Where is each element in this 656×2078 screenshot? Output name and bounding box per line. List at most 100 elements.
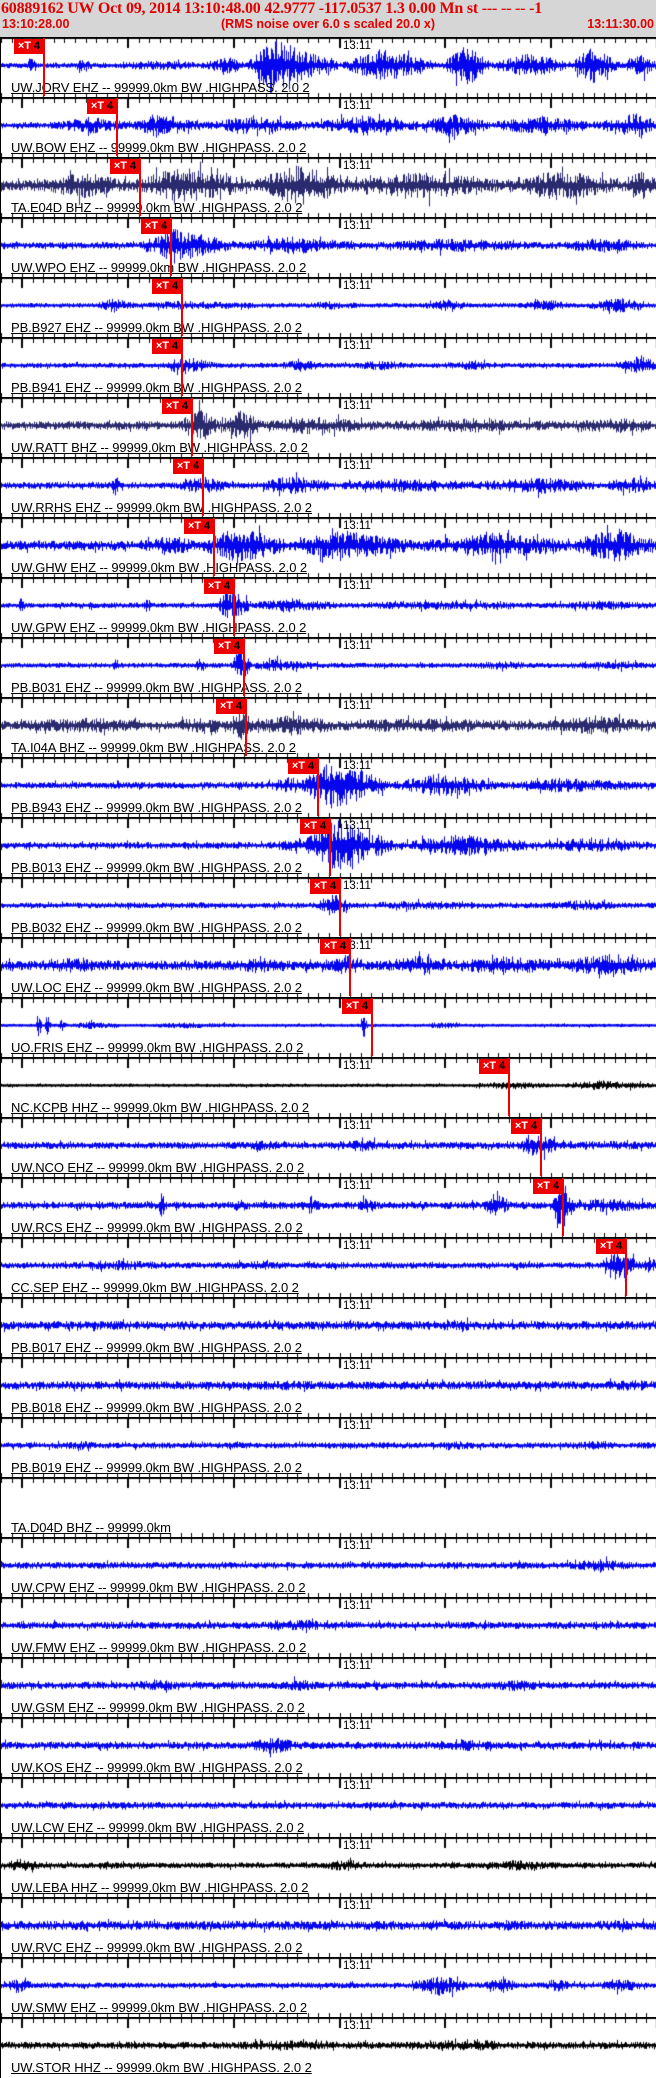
pick-flag[interactable]: ×T 4 — [14, 39, 44, 54]
pick-flag-phase: ×T — [155, 340, 170, 352]
trace-panel: 13:11 UW.JORV EHZ -- 99999.0km BW .HIGHPA… — [0, 37, 656, 2078]
station-label: UW.RATT BHZ -- 99999.0km BW .HIGHPASS. 2… — [11, 440, 308, 455]
trace-row: 13:11 UW.RATT BHZ -- 99999.0km BW .HIGHPA… — [1, 397, 656, 457]
trace-row: 13:11 UW.CPW EHZ -- 99999.0km BW .HIGHPAS… — [1, 1537, 656, 1597]
trace-row: 13:11 UW.GSM EHZ -- 99999.0km BW .HIGHPAS… — [1, 1657, 656, 1717]
minute-label: 13:11 — [343, 820, 371, 832]
station-label: UW.RRHS EHZ -- 99999.0km BW .HIGHPASS. 2… — [11, 500, 312, 515]
pick-flag[interactable]: ×T 4 — [596, 1239, 626, 1254]
pick-flag-phase: ×T — [90, 100, 105, 112]
minute-label: 13:11 — [343, 1720, 371, 1732]
pick-flag-phase: ×T — [113, 160, 128, 172]
pick-flag[interactable]: ×T 4 — [184, 519, 214, 534]
pick-flag-phase: ×T — [165, 400, 180, 412]
pick-flag-weight: 4 — [531, 1120, 538, 1132]
trace-row: 13:11 TA.E04D BHZ -- 99999.0km BW .HIGHPA… — [1, 157, 656, 217]
pick-flag[interactable]: ×T 4 — [87, 99, 117, 114]
pick-flag[interactable]: ×T 4 — [300, 819, 330, 834]
rms-scale-note: (RMS noise over 6.0 s scaled 20.0 x) — [221, 17, 435, 31]
minute-label: 13:11 — [343, 460, 371, 472]
pick-flag[interactable]: ×T 4 — [310, 879, 340, 894]
pick-flag-weight: 4 — [236, 700, 243, 712]
minute-label: 13:11 — [343, 1300, 371, 1312]
trace-row: 13:11 UW.WPO EHZ -- 99999.0km BW .HIGHPAS… — [1, 217, 656, 277]
minute-label: 13:11 — [343, 1420, 371, 1432]
station-label: PB.B032 EHZ -- 99999.0km BW .HIGHPASS. 2… — [11, 920, 302, 935]
minute-label: 13:11 — [343, 760, 371, 772]
pick-flag[interactable]: ×T 4 — [141, 219, 171, 234]
pick-flag-weight: 4 — [499, 1060, 506, 1072]
minute-label: 13:11 — [343, 580, 371, 592]
trace-row: 13:11 UW.STOR HHZ -- 99999.0km BW .HIGHPA… — [1, 2017, 656, 2077]
trace-row: 13:11 TA.I04A BHZ -- 99999.0km BW .HIGHPA… — [1, 697, 656, 757]
pick-flag-phase: ×T — [17, 40, 32, 52]
minute-label: 13:11 — [343, 1660, 371, 1672]
station-label: UW.LCW EHZ -- 99999.0km BW .HIGHPASS. 2.… — [11, 1820, 305, 1835]
station-label: UW.CPW EHZ -- 99999.0km BW .HIGHPASS. 2.… — [11, 1580, 306, 1595]
minute-label: 13:11 — [343, 280, 371, 292]
station-label: PB.B013 EHZ -- 99999.0km BW .HIGHPASS. 2… — [11, 860, 302, 875]
pick-flag-phase: ×T — [303, 820, 318, 832]
station-label: UW.FMW EHZ -- 99999.0km BW .HIGHPASS. 2.… — [11, 1640, 307, 1655]
pick-flag[interactable]: ×T 4 — [288, 759, 318, 774]
pick-flag[interactable]: ×T 4 — [533, 1179, 563, 1194]
pick-flag[interactable]: ×T 4 — [173, 459, 203, 474]
trace-row: 13:11UO.FRIS EHZ -- 99999.0km BW .HIGHPA… — [1, 997, 656, 1057]
minute-label: 13:11 — [343, 220, 371, 232]
trace-row: 13:11 UW.SMW EHZ -- 99999.0km BW .HIGHPAS… — [1, 1957, 656, 2017]
minute-label: 13:11 — [343, 40, 371, 52]
station-label: UW.LOC EHZ -- 99999.0km BW .HIGHPASS. 2.… — [11, 980, 302, 995]
pick-flag[interactable]: ×T 4 — [342, 999, 372, 1014]
pick-flag-phase: ×T — [155, 280, 170, 292]
station-label: UW.KOS EHZ -- 99999.0km BW .HIGHPASS. 2.… — [11, 1760, 303, 1775]
trace-row: 13:11 UW.NCO EHZ -- 99999.0km BW .HIGHPAS… — [1, 1117, 656, 1177]
station-label: PB.B018 EHZ -- 99999.0km BW .HIGHPASS. 2… — [11, 1400, 302, 1415]
trace-row: 13:11 NC.KCPB HHZ -- 99999.0km BW .HIGHPA… — [1, 1057, 656, 1117]
pick-flag[interactable]: ×T 4 — [110, 159, 140, 174]
station-label: UW.JORV EHZ -- 99999.0km BW .HIGHPASS. 2… — [11, 80, 310, 95]
pick-flag-phase: ×T — [514, 1120, 529, 1132]
pick-flag[interactable]: ×T 4 — [204, 579, 234, 594]
pick-flag[interactable]: ×T 4 — [152, 279, 182, 294]
minute-label: 13:11 — [343, 640, 371, 652]
pick-flag[interactable]: ×T 4 — [216, 699, 246, 714]
header: 60889162 UW Oct 09, 2014 13:10:48.00 42.… — [0, 0, 656, 37]
trace-row: 13:11 PB.B013 EHZ -- 99999.0km BW .HIGHPA… — [1, 817, 656, 877]
trace-row: 13:11 PB.B032 EHZ -- 99999.0km BW .HIGHPA… — [1, 877, 656, 937]
station-label: PB.B019 EHZ -- 99999.0km BW .HIGHPASS. 2… — [11, 1460, 302, 1475]
pick-flag-weight: 4 — [616, 1240, 623, 1252]
trace-row: 13:11 UW.FMW EHZ -- 99999.0km BW .HIGHPAS… — [1, 1597, 656, 1657]
pick-flag-phase: ×T — [323, 940, 338, 952]
pick-flag[interactable]: ×T 4 — [162, 399, 192, 414]
trace-row: 13:11 UW.GPW EHZ -- 99999.0km BW .HIGHPAS… — [1, 577, 656, 637]
pick-flag[interactable]: ×T 4 — [214, 639, 244, 654]
pick-flag-phase: ×T — [313, 880, 328, 892]
trace-row: 13:11 PB.B019 EHZ -- 99999.0km BW .HIGHPA… — [1, 1417, 656, 1477]
minute-label: 13:11 — [343, 1600, 371, 1612]
station-label: TA.E04D BHZ -- 99999.0km BW .HIGHPASS. 2… — [11, 200, 303, 215]
trace-row: 13:11 PB.B018 EHZ -- 99999.0km BW .HIGHPA… — [1, 1357, 656, 1417]
station-label: CC.SEP EHZ -- 99999.0km BW .HIGHPASS. 2.… — [11, 1280, 299, 1295]
pick-flag[interactable]: ×T 4 — [320, 939, 350, 954]
pick-flag-weight: 4 — [204, 520, 211, 532]
pick-flag-phase: ×T — [187, 520, 202, 532]
trace-row: 13:11 PB.B017 EHZ -- 99999.0km BW .HIGHPA… — [1, 1297, 656, 1357]
trace-row: 13:11 UW.RCS EHZ -- 99999.0km BW .HIGHPAS… — [1, 1177, 656, 1237]
minute-label: 13:11 — [343, 1540, 371, 1552]
minute-label: 13:11 — [343, 520, 371, 532]
station-label: UW.GPW EHZ -- 99999.0km BW .HIGHPASS. 2.… — [11, 620, 307, 635]
trace-row: 13:11 PB.B927 EHZ -- 99999.0km BW .HIGHPA… — [1, 277, 656, 337]
pick-flag[interactable]: ×T 4 — [152, 339, 182, 354]
minute-label: 13:11 — [343, 160, 371, 172]
station-label: UW.WPO EHZ -- 99999.0km BW .HIGHPASS. 2.… — [11, 260, 307, 275]
pick-flag-phase: ×T — [217, 640, 232, 652]
station-label: UO.FRIS EHZ -- 99999.0km BW .HIGHPASS. 2… — [11, 1040, 304, 1055]
trace-row: 13:11 PB.B943 EHZ -- 99999.0km BW .HIGHPA… — [1, 757, 656, 817]
pick-flag[interactable]: ×T 4 — [511, 1119, 541, 1134]
pick-flag-weight: 4 — [172, 280, 179, 292]
minute-label: 13:11 — [343, 880, 371, 892]
pick-flag-phase: ×T — [482, 1060, 497, 1072]
trace-row: 13:11 PB.B941 EHZ -- 99999.0km BW .HIGHPA… — [1, 337, 656, 397]
pick-flag-phase: ×T — [207, 580, 222, 592]
pick-flag[interactable]: ×T 4 — [479, 1059, 509, 1074]
